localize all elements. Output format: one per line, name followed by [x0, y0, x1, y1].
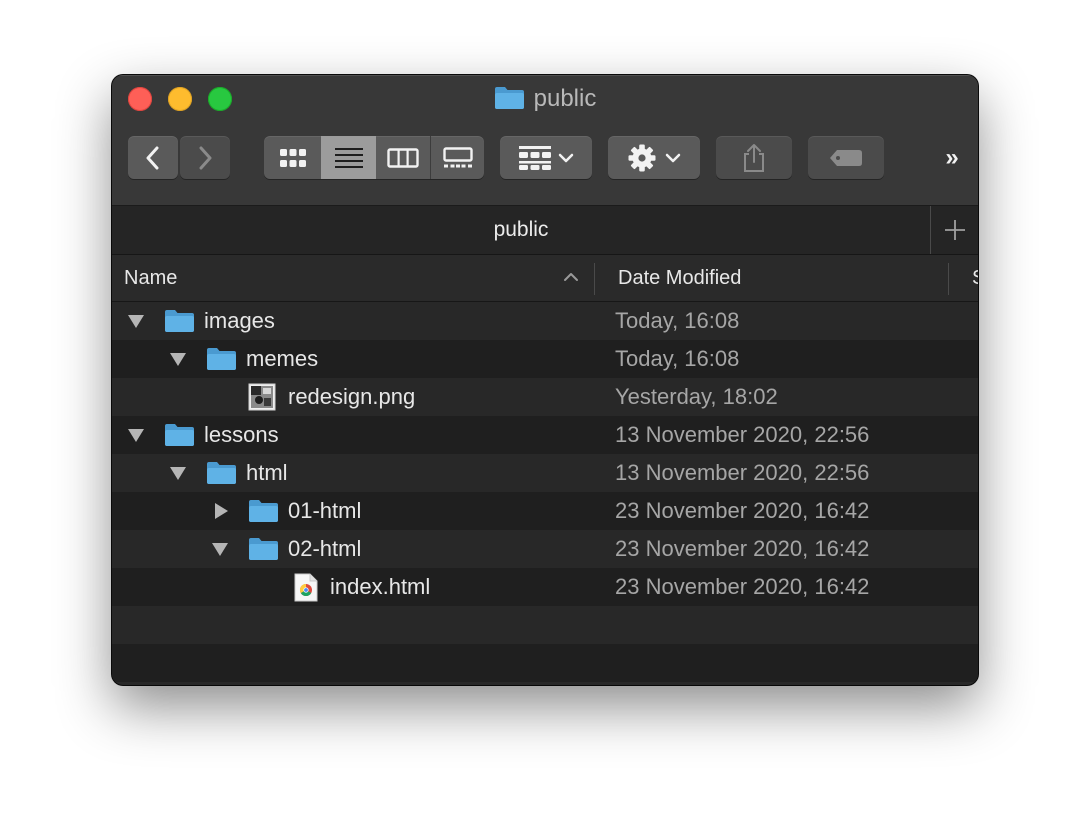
list-item[interactable]: index.html 23 November 2020, 16:42 [112, 568, 978, 606]
date-modified: 23 November 2020, 16:42 [615, 574, 870, 599]
gallery-view-icon [442, 146, 473, 167]
list-item[interactable]: lessons 13 November 2020, 22:56 [112, 416, 978, 454]
icon-view-button[interactable] [264, 136, 321, 179]
column-view-icon [387, 147, 419, 168]
list-view-button[interactable] [321, 136, 376, 179]
size-column-header[interactable]: S [972, 255, 978, 301]
column-divider[interactable] [948, 263, 949, 295]
date-modified-column-header[interactable]: Date Modified [618, 255, 741, 301]
sort-ascending-icon[interactable] [563, 272, 579, 282]
list-item[interactable]: html 13 November 2020, 22:56 [112, 454, 978, 492]
date-modified: 13 November 2020, 22:56 [615, 422, 870, 447]
disclosure-expanded-icon[interactable] [127, 313, 145, 329]
chevron-down-icon [665, 153, 681, 162]
column-divider[interactable] [594, 263, 595, 295]
empty-row [112, 606, 978, 644]
share-button[interactable] [716, 136, 792, 179]
chevron-left-icon [146, 146, 159, 169]
titlebar: public » [112, 75, 978, 206]
file-name: html [246, 460, 288, 485]
file-name: memes [246, 346, 319, 371]
file-list: images Today, 16:08 memes Today, 16:08 r… [112, 302, 978, 682]
file-name: lessons [204, 422, 279, 447]
group-icon [519, 145, 551, 170]
tab-bar: public [112, 206, 978, 255]
column-view-button[interactable] [376, 136, 430, 179]
list-item[interactable]: memes Today, 16:08 [112, 340, 978, 378]
gear-icon [628, 144, 656, 171]
more-label: » [945, 143, 959, 171]
disclosure-expanded-icon[interactable] [127, 427, 145, 443]
forward-button[interactable] [180, 136, 230, 179]
disclosure-expanded-icon[interactable] [211, 541, 229, 557]
date-modified: 23 November 2020, 16:42 [615, 498, 870, 523]
folder-icon [249, 538, 278, 560]
icon-view-icon [279, 148, 306, 167]
date-modified: Yesterday, 18:02 [615, 384, 778, 409]
view-mode-control [264, 136, 484, 179]
date-modified: Today, 16:08 [615, 346, 740, 371]
file-name: 02-html [288, 536, 362, 561]
file-name: images [204, 308, 275, 333]
date-modified: Today, 16:08 [615, 308, 740, 333]
more-toolbar-button[interactable]: » [932, 136, 972, 179]
file-name: index.html [330, 574, 431, 599]
folder-icon [494, 87, 524, 109]
tags-button[interactable] [808, 136, 884, 179]
tag-icon [830, 149, 862, 166]
new-tab-button[interactable] [930, 206, 978, 254]
image-file-icon [248, 383, 276, 411]
list-item[interactable]: 01-html 23 November 2020, 16:42 [112, 492, 978, 530]
file-name: 01-html [288, 498, 362, 523]
folder-icon [165, 424, 194, 446]
list-view-icon [334, 147, 363, 168]
folder-icon [207, 348, 236, 370]
folder-icon [207, 462, 236, 484]
html-file-icon [294, 573, 318, 602]
nav-buttons [128, 136, 230, 179]
disclosure-expanded-icon[interactable] [169, 465, 187, 481]
list-item[interactable]: redesign.png Yesterday, 18:02 [112, 378, 978, 416]
disclosure-collapsed-icon[interactable] [213, 502, 229, 520]
column-header: Name Date Modified S [112, 255, 978, 302]
disclosure-expanded-icon[interactable] [169, 351, 187, 367]
tab-public[interactable]: public [112, 206, 930, 254]
group-by-button[interactable] [500, 136, 592, 179]
folder-icon [165, 310, 194, 332]
name-column-header[interactable]: Name [124, 255, 177, 301]
folder-icon [249, 500, 278, 522]
list-item[interactable]: images Today, 16:08 [112, 302, 978, 340]
list-item[interactable]: 02-html 23 November 2020, 16:42 [112, 530, 978, 568]
empty-row [112, 644, 978, 682]
finder-window: public » public Name Date Modified image… [112, 75, 978, 685]
share-icon [744, 143, 764, 172]
date-modified: 13 November 2020, 22:56 [615, 460, 870, 485]
date-modified: 23 November 2020, 16:42 [615, 536, 870, 561]
window-title: public [112, 84, 978, 114]
gallery-view-button[interactable] [431, 136, 484, 179]
window-title-text: public [533, 85, 597, 112]
chevron-down-icon [558, 153, 574, 162]
plus-icon [945, 220, 965, 240]
back-button[interactable] [128, 136, 178, 179]
file-name: redesign.png [288, 384, 416, 409]
chevron-right-icon [199, 146, 212, 169]
action-button[interactable] [608, 136, 700, 179]
